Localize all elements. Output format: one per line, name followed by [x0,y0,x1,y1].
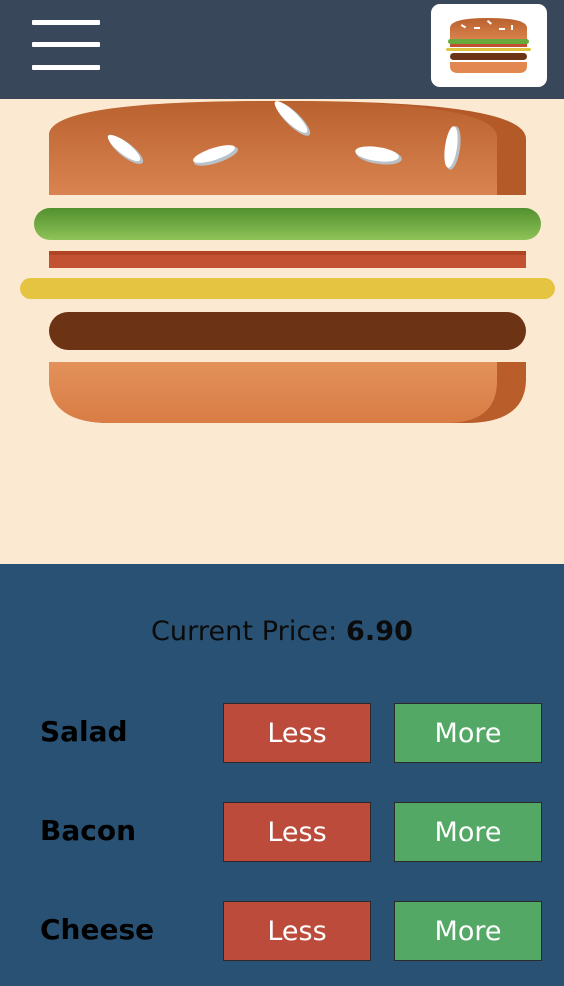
cheese-layer [20,278,555,299]
controls-panel: Current Price: 6.90 Salad Less More Baco… [0,564,564,986]
ingredient-label-bacon: Bacon [40,814,137,847]
hamburger-menu-icon[interactable] [30,18,102,74]
ingredient-label-cheese: Cheese [40,913,155,946]
bun-bottom [49,362,526,423]
salad-layer [34,208,541,240]
salad-more-button[interactable]: More [394,703,542,763]
burger-preview [0,99,564,564]
menu-line [32,42,100,47]
current-price: Current Price: 6.90 [0,616,564,647]
bacon-less-button[interactable]: Less [223,802,371,862]
bacon-more-button[interactable]: More [394,802,542,862]
top-bar [0,0,564,99]
cheese-less-button[interactable]: Less [223,901,371,961]
burger-illustration [20,101,555,423]
menu-line [32,20,100,25]
salad-less-button[interactable]: Less [223,703,371,763]
bun-top [49,101,526,195]
ingredient-label-salad: Salad [40,715,128,748]
price-label: Current Price: [150,616,346,647]
price-value: 6.90 [346,616,414,647]
menu-line [32,65,100,70]
burger-logo-icon[interactable] [431,4,547,87]
patty-layer [49,312,526,350]
cheese-more-button[interactable]: More [394,901,542,961]
